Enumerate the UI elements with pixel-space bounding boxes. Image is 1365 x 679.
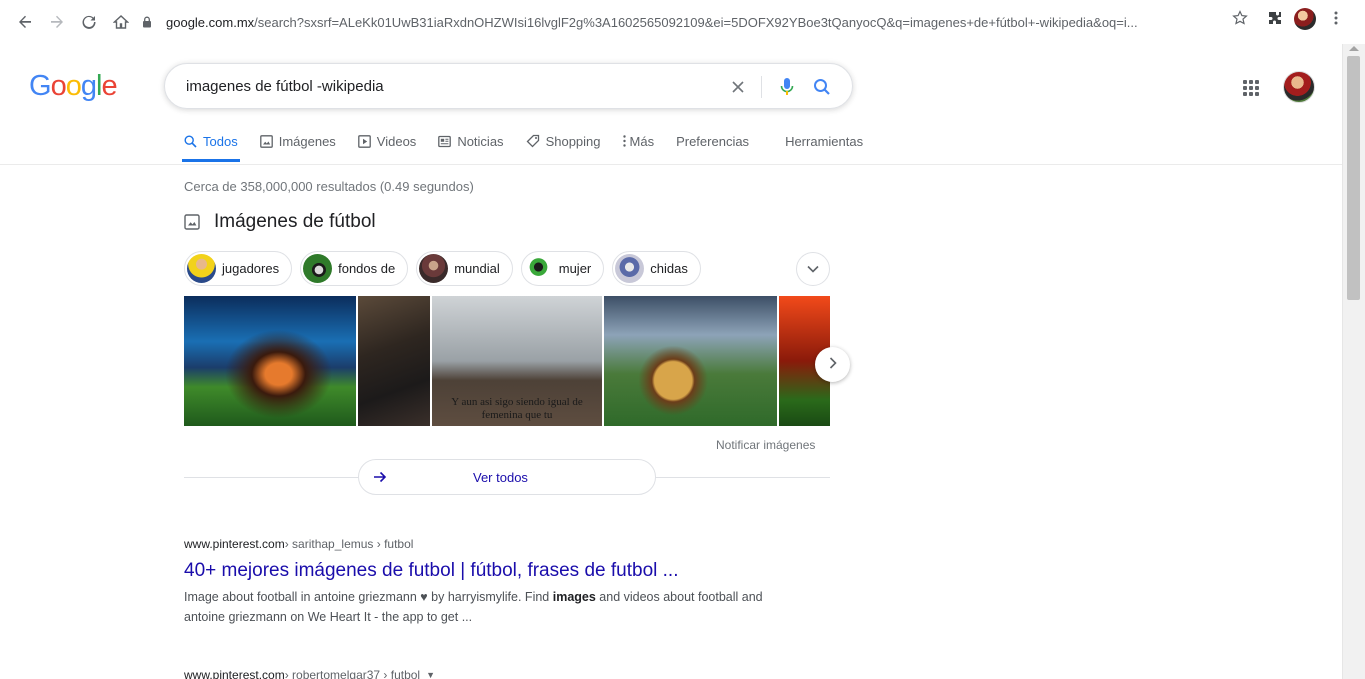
search-result: www.pinterest.com › robertomelgar37 › fu… (184, 668, 784, 679)
chevron-down-icon (807, 260, 819, 278)
more-vert-icon (622, 135, 626, 147)
result-stats: Cerca de 358,000,000 resultados (0.49 se… (184, 179, 474, 194)
report-images-link[interactable]: Notificar imágenes (716, 438, 815, 452)
image-icon (184, 214, 200, 230)
chevron-right-icon (829, 356, 837, 374)
arrow-right-icon (373, 471, 387, 483)
address-bar[interactable]: google.com.mx/search?sxsrf=ALeKk01UwB31i… (142, 6, 1265, 38)
chip-thumbnail (419, 254, 449, 283)
image-caption: Y aun asi sigo siendo igual de femenina … (451, 396, 583, 421)
microphone-icon[interactable] (775, 75, 799, 99)
browser-profile-avatar[interactable] (1294, 8, 1316, 30)
clear-icon[interactable] (726, 75, 750, 99)
tab-herramientas[interactable]: Herramientas (785, 128, 863, 154)
result-url: www.pinterest.com › robertomelgar37 › fu… (184, 668, 436, 679)
next-images-button[interactable] (815, 347, 850, 382)
google-logo[interactable]: Google (29, 70, 118, 103)
browser-toolbar: google.com.mx/search?sxsrf=ALeKk01UwB31i… (0, 0, 1365, 44)
news-icon (438, 135, 452, 148)
back-icon[interactable] (12, 9, 38, 35)
chip-mujer[interactable]: mujer (520, 251, 605, 286)
image-strip: Y aun asi sigo siendo igual de femenina … (184, 296, 830, 426)
tab-noticias[interactable]: Noticias (438, 128, 504, 154)
profile-avatar[interactable] (1283, 71, 1315, 103)
bookmark-star-icon[interactable] (1230, 8, 1250, 28)
chip-jugadores[interactable]: jugadores (184, 251, 293, 286)
see-all-button[interactable]: Ver todos (358, 459, 656, 495)
tab-preferencias[interactable]: Preferencias (676, 128, 749, 154)
tab-videos[interactable]: Videos (357, 128, 416, 154)
image-chips: jugadores fondos de mundial mujer chidas (184, 251, 709, 286)
reload-icon[interactable] (76, 9, 102, 35)
page-scrollbar[interactable] (1342, 44, 1365, 679)
url-path: /search?sxsrf=ALeKk01UwB31iaRxdnOHZWIsi1… (254, 14, 1138, 30)
tab-shopping[interactable]: Shopping (526, 128, 601, 154)
scrollbar-thumb[interactable] (1347, 56, 1360, 300)
image-thumbnail[interactable]: Y aun asi sigo siendo igual de femenina … (432, 296, 602, 426)
image-thumbnail[interactable] (358, 296, 430, 426)
chip-chidas[interactable]: chidas (612, 251, 701, 286)
forward-icon[interactable] (44, 9, 70, 35)
image-icon (259, 134, 273, 148)
search-result: www.pinterest.com › sarithap_lemus › fut… (184, 537, 784, 627)
google-apps-icon[interactable] (1238, 75, 1262, 99)
url-host: google.com.mx (166, 14, 255, 30)
search-icon[interactable] (810, 75, 834, 99)
result-snippet: Image about football in antoine griezman… (184, 590, 763, 624)
search-divider (761, 76, 762, 98)
chip-thumbnail (523, 254, 553, 283)
chip-thumbnail (303, 254, 333, 283)
scroll-up-arrow-icon[interactable] (1349, 46, 1359, 51)
chip-fondos-de[interactable]: fondos de (300, 251, 409, 286)
tab-mas[interactable]: Más (622, 128, 654, 154)
expand-chips-button[interactable] (796, 252, 830, 286)
search-tabs: Todos Imágenes Videos Noticias Shopping … (168, 128, 885, 164)
image-thumbnail[interactable] (604, 296, 777, 426)
dropdown-caret-icon[interactable]: ▼ (426, 670, 435, 679)
extensions-puzzle-icon[interactable] (1265, 8, 1285, 28)
tag-icon (526, 134, 540, 148)
chip-thumbnail (615, 254, 645, 283)
search-icon (184, 134, 197, 148)
home-icon[interactable] (108, 9, 134, 35)
result-url: www.pinterest.com › sarithap_lemus › fut… (184, 537, 414, 551)
image-thumbnail[interactable] (184, 296, 356, 426)
lock-icon[interactable] (142, 16, 156, 28)
tab-imagenes[interactable]: Imágenes (259, 128, 336, 154)
images-section-title[interactable]: Imágenes de fútbol (184, 211, 376, 233)
tabs-divider (0, 164, 1342, 165)
chip-thumbnail (187, 254, 216, 283)
play-icon (357, 134, 371, 148)
search-box (164, 63, 853, 109)
chip-mundial[interactable]: mundial (416, 251, 513, 286)
tab-todos[interactable]: Todos (184, 128, 238, 154)
result-title-link[interactable]: 40+ mejores imágenes de futbol | fútbol,… (184, 560, 784, 582)
search-input[interactable] (186, 77, 716, 95)
browser-menu-icon[interactable] (1330, 8, 1342, 28)
